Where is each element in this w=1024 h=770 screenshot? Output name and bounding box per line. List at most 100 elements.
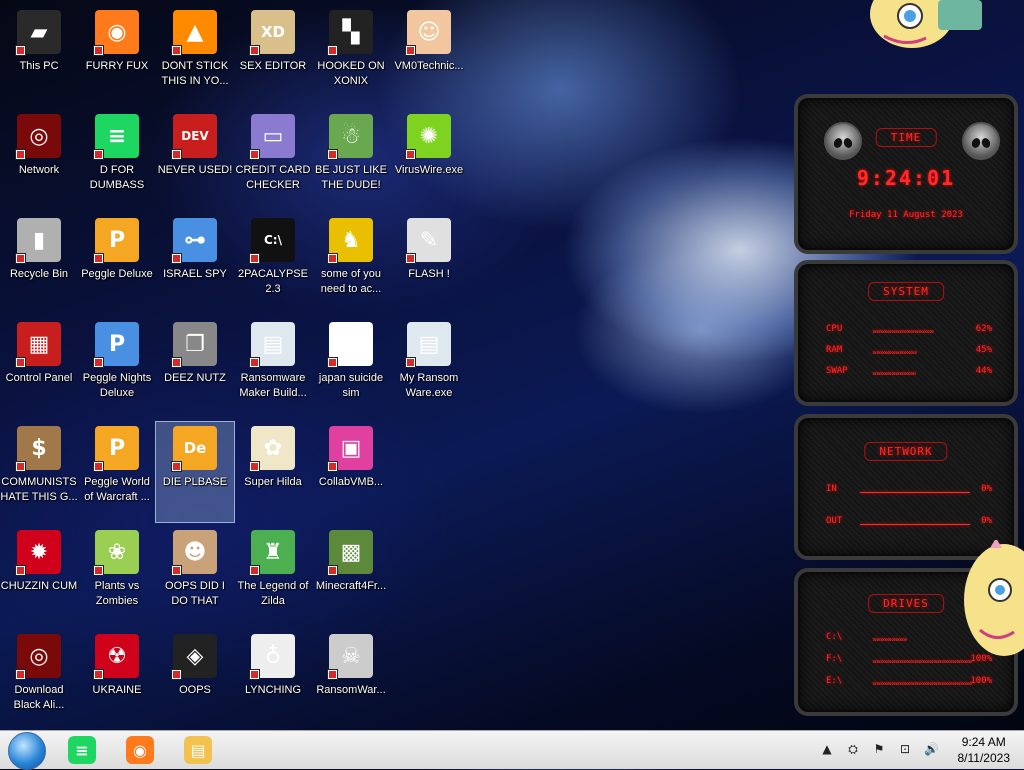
time-panel: TIME 9:24:01 Friday 11 August 2023 xyxy=(794,94,1018,254)
time-display: 9:24:01 xyxy=(856,166,956,190)
network-icon[interactable]: ⊡ xyxy=(898,742,912,756)
time-title: TIME xyxy=(875,128,937,147)
desktop-icon-label: SEX EDITOR xyxy=(239,60,307,72)
app-icon: ⚉ xyxy=(327,322,373,368)
desktop-icon[interactable]: ☻ OOPS DID I DO THAT xyxy=(156,526,234,626)
shortcut-arrow-icon xyxy=(93,45,104,56)
desktop-icon[interactable]: ◎ Download Black Ali... xyxy=(0,630,78,730)
network-status-icon[interactable]: ⛭ xyxy=(846,742,860,756)
shortcut-arrow-icon xyxy=(327,565,338,576)
app-icon: $ xyxy=(15,426,61,472)
desktop-icon[interactable]: ▮ Recycle Bin xyxy=(0,214,78,314)
desktop-icon[interactable]: ▤ My Ransom Ware.exe xyxy=(390,318,468,418)
desktop-icon[interactable]: ▤ Ransomware Maker Build... xyxy=(234,318,312,418)
app-icon: C:\ xyxy=(249,218,295,264)
app-icon: ☢ xyxy=(93,634,139,680)
desktop-icon-label: My Ransom Ware.exe xyxy=(399,372,459,399)
taskbar-clock[interactable]: 9:24 AM 8/11/2023 xyxy=(958,734,1011,766)
desktop-icon[interactable]: ✹ CHUZZIN CUM xyxy=(0,526,78,626)
desktop-icon[interactable]: ▦ Control Panel xyxy=(0,318,78,418)
star-sticker-bottom xyxy=(960,538,1024,660)
desktop-icon[interactable]: ❀ Plants vs Zombies xyxy=(78,526,156,626)
desktop-icon[interactable]: ▭ CREDIT CARD CHECKER xyxy=(234,110,312,210)
desktop-icon[interactable]: ▩ Minecraft4Fr... xyxy=(312,526,390,626)
app-icon: ≡ xyxy=(93,114,139,160)
system-title: SYSTEM xyxy=(868,282,944,301)
desktop-icon-label: Minecraft4Fr... xyxy=(315,580,387,592)
desktop-icon[interactable]: P Peggle World of Warcraft ... xyxy=(78,422,156,522)
shortcut-arrow-icon xyxy=(171,149,182,160)
app-icon: ❀ xyxy=(93,530,139,576)
desktop-icon[interactable]: ☺ VM0Technic... xyxy=(390,6,468,106)
date-display: Friday 11 August 2023 xyxy=(849,210,963,220)
desktop-icon[interactable]: ▣ CollabVMB... xyxy=(312,422,390,522)
desktop-icon[interactable]: ♞ some of you need to ac... xyxy=(312,214,390,314)
desktop-icon[interactable]: ☢ UKRAINE xyxy=(78,630,156,730)
desktop-icon-label: DONT STICK THIS IN YO... xyxy=(161,60,229,87)
desktop-icon[interactable]: C:\ 2PACALYPSE 2.3 xyxy=(234,214,312,314)
shortcut-arrow-icon xyxy=(171,357,182,368)
app-icon: ▤ xyxy=(405,322,451,368)
app-icon: ▰ xyxy=(15,10,61,56)
desktop-icon[interactable]: ☃ BE JUST LIKE THE DUDE! xyxy=(312,110,390,210)
volume-icon[interactable]: 🔊 xyxy=(924,742,939,756)
usage-bar: »»»»»»»»»»»»»»»»»»»»»»»»»»»» xyxy=(872,327,934,333)
shortcut-arrow-icon xyxy=(405,253,416,264)
desktop-icon-label: Network xyxy=(18,164,60,176)
desktop-icon[interactable]: ♜ The Legend of Zilda xyxy=(234,526,312,626)
desktop-icon-label: Super Hilda xyxy=(244,476,302,488)
shortcut-arrow-icon xyxy=(93,669,104,680)
shortcut-arrow-icon xyxy=(15,565,26,576)
shortcut-arrow-icon xyxy=(15,669,26,680)
firefox-pinned[interactable]: ◉ xyxy=(124,734,156,766)
explorer-pinned[interactable]: ▤ xyxy=(182,734,214,766)
desktop-icon-label: Peggle World of Warcraft ... xyxy=(84,476,150,503)
shortcut-arrow-icon xyxy=(15,357,26,368)
desktop-icon[interactable]: ◉ FURRY FUX xyxy=(78,6,156,106)
app-icon: ☃ xyxy=(327,114,373,160)
desktop-icon-label: 2PACALYPSE 2.3 xyxy=(238,268,308,295)
desktop-icon[interactable]: ♁ LYNCHING xyxy=(234,630,312,730)
alien-head-icon xyxy=(824,122,862,160)
shortcut-arrow-icon xyxy=(171,461,182,472)
app-icon: ☻ xyxy=(171,530,217,576)
start-button[interactable] xyxy=(8,732,46,770)
gadget-row-key: SWAP xyxy=(826,366,848,376)
desktop-icon[interactable]: ✿ Super Hilda xyxy=(234,422,312,522)
show-hidden-icons[interactable]: ▲ xyxy=(820,742,834,756)
desktop-icon[interactable]: P Peggle Nights Deluxe xyxy=(78,318,156,418)
shortcut-arrow-icon xyxy=(15,253,26,264)
app-icon: ◈ xyxy=(171,634,217,680)
desktop-icon[interactable]: ◎ Network xyxy=(0,110,78,210)
desktop-icon[interactable]: DEV NEVER USED! xyxy=(156,110,234,210)
desktop-icon[interactable]: ≡ D FOR DUMBASS xyxy=(78,110,156,210)
app-icon: ✹ xyxy=(15,530,61,576)
desktop-icon[interactable]: ◈ OOPS xyxy=(156,630,234,730)
shortcut-arrow-icon xyxy=(249,149,260,160)
desktop-icon[interactable]: ▚ HOOKED ON XONIX xyxy=(312,6,390,106)
desktop-icon[interactable]: ☠ RansomWar... xyxy=(312,630,390,730)
desktop-icon[interactable]: ❐ DEEZ NUTZ xyxy=(156,318,234,418)
app-icon: ☠ xyxy=(327,634,373,680)
desktop-icon[interactable]: ▲ DONT STICK THIS IN YO... xyxy=(156,6,234,106)
star-sticker-top xyxy=(866,0,986,52)
desktop-icon[interactable]: $ COMMUNISTS HATE THIS G... xyxy=(0,422,78,522)
clock-time: 9:24 AM xyxy=(961,735,1006,749)
desktop-icon-label: LYNCHING xyxy=(244,684,302,696)
desktop-icon[interactable]: XD SEX EDITOR xyxy=(234,6,312,106)
clock-date: 8/11/2023 xyxy=(957,751,1011,765)
action-center-flag-icon[interactable]: ⚑ xyxy=(872,742,886,756)
desktop-icon[interactable]: De DIE PLBASE xyxy=(155,421,235,523)
desktop-icon[interactable]: ✺ VirusWire.exe xyxy=(390,110,468,210)
desktop-icon[interactable]: ▰ This PC xyxy=(0,6,78,106)
spotify-pinned[interactable]: ≡ xyxy=(66,734,98,766)
shortcut-arrow-icon xyxy=(327,149,338,160)
desktop-icon[interactable]: ⊶ ISRAEL SPY xyxy=(156,214,234,314)
desktop-icon-label: Peggle Nights Deluxe xyxy=(82,372,152,399)
desktop-icon[interactable]: P Peggle Deluxe xyxy=(78,214,156,314)
desktop-icon-label: Recycle Bin xyxy=(9,268,69,280)
desktop-icon[interactable]: ⚉ japan suicide sim xyxy=(312,318,390,418)
drives-title: DRIVES xyxy=(868,594,944,613)
desktop-icon-label: japan suicide sim xyxy=(318,372,384,399)
desktop-icon[interactable]: ✎ FLASH ! xyxy=(390,214,468,314)
